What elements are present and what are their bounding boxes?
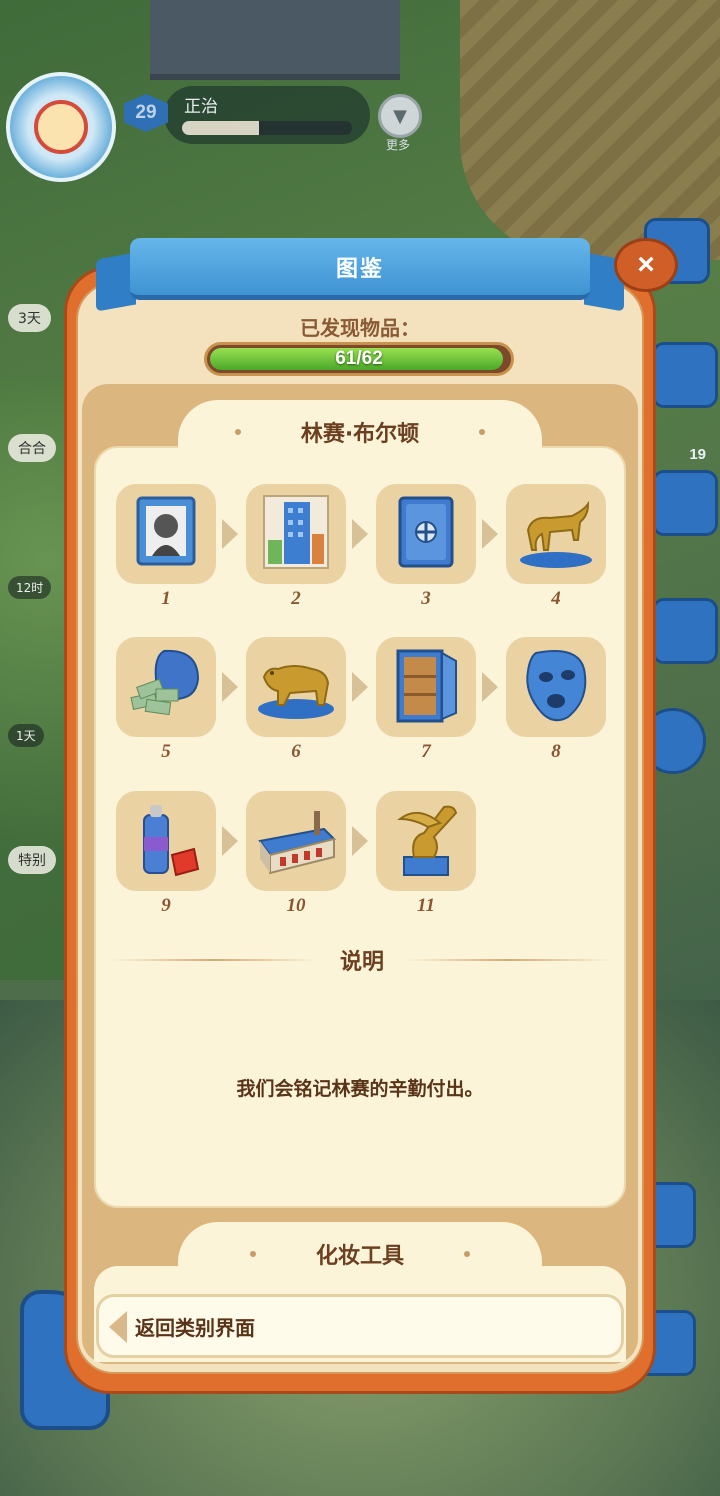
description-text: 我们会铭记林赛的辛勤付出。	[236, 1078, 484, 1100]
header-dot-left	[249, 1251, 256, 1257]
left-chip-merge[interactable]: 合合	[8, 434, 56, 462]
back-to-categories-button[interactable]: 返回类别界面	[96, 1294, 624, 1358]
close-icon: ×	[637, 248, 655, 281]
more-label: 更多	[386, 138, 411, 152]
collection-item-10[interactable]	[246, 791, 346, 891]
skyscraper-picture-icon	[254, 490, 338, 578]
side-hammer-button[interactable]	[652, 342, 718, 408]
golden-trophy-icon	[384, 797, 468, 885]
left-chip-special[interactable]: 特别	[8, 846, 56, 874]
collection-item-number: 7	[421, 741, 431, 762]
collection-item-9[interactable]	[116, 791, 216, 891]
avatar-emblem	[34, 100, 88, 154]
title-banner: 图鉴	[130, 238, 590, 300]
collection-item-6[interactable]	[246, 637, 346, 737]
left-timer-3: 1天	[8, 724, 44, 747]
modal-title: 图鉴	[335, 256, 384, 282]
collection-item-5[interactable]	[116, 637, 216, 737]
collection-item-3[interactable]	[376, 484, 476, 584]
collection-item-11[interactable]	[376, 791, 476, 891]
collection-item-number: 3	[421, 588, 431, 609]
player-name: 正治	[184, 97, 218, 117]
collection-item-number: 4	[551, 588, 561, 609]
chevron-down-icon: ▼	[393, 105, 407, 127]
collection-header: 林赛·布尔顿	[178, 400, 542, 464]
more-button[interactable]: ▼	[378, 94, 422, 138]
found-items-label: 已发现物品：	[300, 316, 420, 340]
collection-item-number: 5	[161, 741, 171, 762]
portrait-frame-icon	[124, 490, 208, 578]
xp-bar	[182, 121, 352, 135]
collection-item-1[interactable]	[116, 484, 216, 584]
factory-icon	[254, 797, 338, 885]
collection-item-4[interactable]	[506, 484, 606, 584]
collection-item-number: 8	[551, 741, 561, 762]
description-header: 说明	[112, 940, 613, 980]
collection-item-number: 6	[291, 741, 301, 762]
collection-item-number: 2	[291, 588, 301, 609]
collection-item-7[interactable]	[376, 637, 476, 737]
collection-item-number: 1	[161, 588, 171, 609]
golden-bull-icon	[514, 490, 598, 578]
player-avatar[interactable]	[6, 72, 116, 182]
collection-item-number: 10	[286, 895, 306, 916]
mask-icon	[514, 643, 598, 731]
divider-left	[112, 959, 318, 961]
header-dot-right	[479, 429, 486, 435]
safe-icon	[384, 490, 468, 578]
friends-badge: 19	[689, 446, 706, 463]
close-button[interactable]: ×	[614, 238, 678, 292]
divider-right	[406, 959, 613, 961]
collection-item-2[interactable]	[246, 484, 346, 584]
left-timer-2: 12时	[8, 576, 52, 599]
collection-item-number: 11	[417, 895, 435, 916]
collection-title: 林赛·布尔顿	[300, 422, 420, 447]
open-cabinet-icon	[384, 643, 468, 731]
spray-can-icon	[124, 797, 208, 885]
side-friends-button[interactable]	[652, 470, 718, 536]
golden-bear-icon	[254, 643, 338, 731]
side-photo-button[interactable]	[652, 598, 718, 664]
xp-bar-fill	[182, 121, 259, 135]
back-arrow-icon	[109, 1311, 127, 1343]
collection-item-8[interactable]	[506, 637, 606, 737]
back-button-label: 返回类别界面	[135, 1315, 255, 1340]
collection-item-number: 9	[161, 895, 171, 916]
header-dot-left	[234, 429, 241, 435]
header-dot-right	[464, 1251, 470, 1257]
money-bag-icon	[124, 643, 208, 731]
description-title: 说明	[340, 950, 385, 975]
found-progress-text: 61/62	[335, 348, 383, 369]
level-badge: 29	[124, 94, 168, 132]
background-house	[150, 0, 400, 80]
